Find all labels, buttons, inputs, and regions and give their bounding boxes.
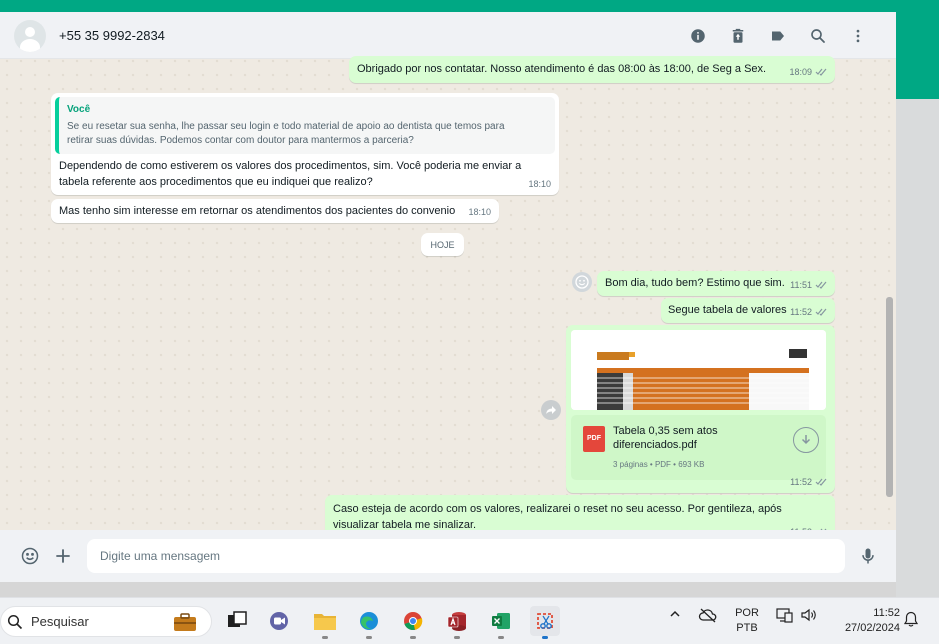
briefcase-icon — [174, 613, 196, 631]
contact-avatar[interactable] — [14, 20, 46, 52]
quote-text: Se eu resetar sua senha, lhe passar seu … — [67, 121, 505, 146]
clock-date: 27/02/2024 — [844, 622, 900, 634]
chat-app-icon[interactable] — [264, 606, 294, 636]
message-text: Bom dia, tudo bem? Estimo que sim. — [605, 277, 785, 289]
emoji-icon[interactable] — [18, 544, 42, 568]
document-meta: 3 páginas • PDF • 693 KB — [613, 460, 705, 469]
volume-icon[interactable] — [800, 607, 818, 626]
language-line-2: PTB — [736, 622, 758, 634]
pdf-file-icon: PDF — [583, 426, 605, 452]
network-icon[interactable] — [776, 607, 794, 626]
app-top-bar — [0, 0, 939, 12]
language-line-1: POR — [735, 607, 759, 619]
language-indicator[interactable]: POR PTB — [728, 606, 766, 636]
message-text: Segue tabela de valores — [668, 304, 787, 316]
search-icon[interactable] — [798, 24, 838, 48]
message-text: Obrigado por nos contatar. Nosso atendim… — [357, 63, 767, 75]
trash-icon[interactable] — [718, 24, 758, 48]
message-meta: 18:10 — [528, 176, 551, 192]
message-time: 11:51 — [790, 280, 812, 290]
message-text: Mas tenho sim interesse em retornar os a… — [59, 205, 456, 217]
system-clock[interactable]: 11:52 27/02/2024 — [828, 606, 900, 636]
message-meta: 11:52 — [790, 474, 827, 490]
double-check-icon — [815, 281, 827, 289]
message-meta: 18:10 — [468, 204, 491, 220]
side-background — [896, 99, 939, 599]
react-emoji-icon[interactable] — [572, 272, 592, 292]
task-view-icon[interactable] — [222, 606, 252, 636]
label-icon[interactable] — [758, 24, 798, 48]
message-bubble-out[interactable]: Segue tabela de valores 11:52 — [661, 298, 835, 323]
chat-window: +55 35 9992-2834 Obrigado por nos contat… — [0, 12, 896, 582]
message-text: Dependendo de como estiverem os valores … — [59, 160, 522, 188]
message-bubble-in[interactable]: Mas tenho sim interesse em retornar os a… — [51, 199, 499, 223]
message-meta: 18:09 — [789, 64, 827, 80]
double-check-icon — [815, 68, 827, 76]
message-time: 18:09 — [789, 67, 812, 77]
excel-app-icon[interactable] — [486, 606, 516, 639]
windows-taskbar: Pesquisar POR PTB 11:52 27/02/2024 — [0, 597, 939, 644]
message-bubble-out[interactable]: Obrigado por nos contatar. Nosso atendim… — [349, 56, 835, 83]
message-time: 11:52 — [790, 307, 812, 317]
message-time: 11:52 — [790, 477, 812, 487]
message-input[interactable] — [87, 539, 845, 573]
snipping-tool-icon[interactable] — [530, 606, 560, 639]
document-message[interactable]: PDF Tabela 0,35 sem atos diferenciados.p… — [566, 325, 835, 493]
message-text: Caso esteja de acordo com os valores, re… — [333, 503, 782, 531]
composer-bar — [0, 530, 896, 582]
document-info[interactable]: PDF Tabela 0,35 sem atos diferenciados.p… — [571, 415, 826, 480]
header-actions — [678, 24, 878, 48]
day-divider: HOJE — [421, 233, 464, 256]
message-time: 18:10 — [468, 207, 491, 217]
attach-plus-icon[interactable] — [51, 544, 75, 568]
double-check-icon — [815, 478, 827, 486]
cloud-offline-icon[interactable] — [698, 607, 718, 626]
edge-browser-icon[interactable] — [354, 606, 384, 639]
forward-icon[interactable] — [541, 400, 561, 420]
info-icon[interactable] — [678, 24, 718, 48]
microphone-icon[interactable] — [856, 544, 880, 568]
message-time: 18:10 — [528, 179, 551, 189]
message-bubble-out[interactable]: Bom dia, tudo bem? Estimo que sim. 11:51 — [597, 271, 835, 296]
file-explorer-icon[interactable] — [310, 606, 340, 639]
document-name: Tabela 0,35 sem atos diferenciados.pdf — [613, 425, 718, 451]
document-preview[interactable] — [571, 330, 826, 410]
menu-icon[interactable] — [838, 24, 878, 48]
quote-author: Você — [67, 104, 91, 115]
chat-scrollbar[interactable] — [886, 297, 893, 497]
side-accent-panel — [896, 12, 939, 99]
access-app-icon[interactable] — [442, 606, 472, 639]
message-meta: 11:52 — [790, 304, 827, 320]
taskbar-search-label: Pesquisar — [31, 614, 89, 629]
double-check-icon — [815, 308, 827, 316]
message-meta: 11:51 — [790, 277, 827, 293]
message-bubble-in[interactable]: Você Se eu resetar sua senha, lhe passar… — [51, 93, 559, 195]
taskbar-search[interactable]: Pesquisar — [0, 606, 212, 637]
chrome-browser-icon[interactable] — [398, 606, 428, 639]
download-icon[interactable] — [793, 427, 819, 453]
chevron-up-icon[interactable] — [668, 607, 682, 624]
search-icon — [7, 614, 23, 629]
notification-bell-icon[interactable] — [903, 611, 919, 630]
clock-time: 11:52 — [873, 607, 900, 619]
contact-name[interactable]: +55 35 9992-2834 — [59, 28, 165, 43]
quoted-message[interactable]: Você Se eu resetar sua senha, lhe passar… — [55, 97, 555, 154]
chat-header: +55 35 9992-2834 — [0, 12, 896, 59]
